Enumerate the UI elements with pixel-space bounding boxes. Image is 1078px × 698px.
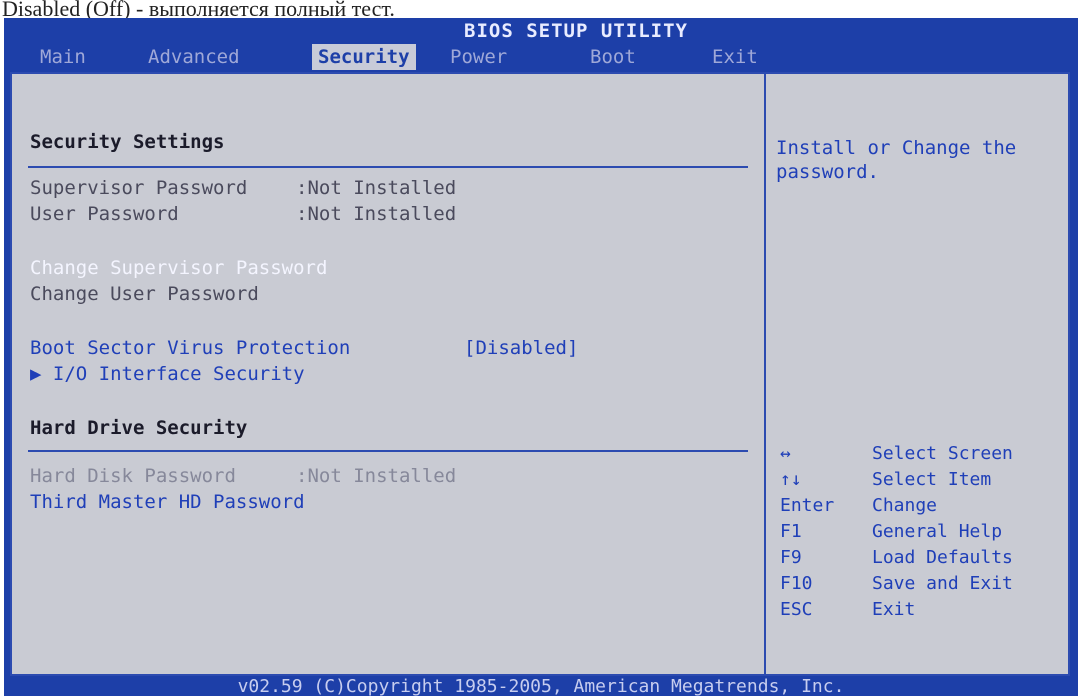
bios-title: BIOS SETUP UTILITY	[464, 20, 688, 42]
key-help-action: Save and Exit	[872, 573, 1013, 594]
change-user-password-item[interactable]: Change User Password	[30, 282, 259, 306]
key-help-row: F10 Save and Exit	[780, 572, 1013, 596]
help-text-line: Install or Change the	[776, 137, 1017, 159]
menu-security[interactable]: Security	[312, 44, 416, 70]
menu-bar: Main Advanced Security Power Boot Exit	[4, 42, 1078, 72]
arrows-left-right-icon: ↔	[780, 443, 791, 464]
security-settings-heading: Security Settings	[30, 131, 225, 153]
change-supervisor-password-item[interactable]: Change Supervisor Password	[30, 256, 327, 280]
boot-sector-virus-protection-item[interactable]: Boot Sector Virus Protection	[30, 336, 350, 360]
user-password-label: User Password	[30, 203, 179, 225]
divider	[28, 166, 748, 168]
supervisor-password-label: Supervisor Password	[30, 177, 248, 199]
help-pane: Install or Change the password. ↔ Select …	[764, 74, 1070, 674]
hard-disk-password-status: :Not Installed	[296, 465, 457, 487]
key-help-action: General Help	[872, 521, 1003, 542]
supervisor-password-status: :Not Installed	[296, 177, 457, 199]
content-area: Security Settings Supervisor Password :N…	[10, 72, 1070, 676]
page-caption: Disabled (Off) - выполняется полный тест…	[0, 0, 1078, 18]
key-help-row: ↔ Select Screen	[780, 442, 1013, 466]
key-help-row: F1 General Help	[780, 520, 1002, 544]
menu-boot[interactable]: Boot	[584, 44, 642, 70]
key-help-action: Load Defaults	[872, 547, 1013, 568]
key-help-key: F9	[780, 547, 802, 568]
io-interface-security-item[interactable]: ▶ I/O Interface Security	[30, 362, 305, 386]
main-pane: Security Settings Supervisor Password :N…	[12, 74, 764, 674]
key-help-key: Enter	[780, 495, 835, 516]
key-help-row: Enter Change	[780, 494, 937, 518]
help-text-line: password.	[776, 161, 879, 183]
key-help-action: Change	[872, 495, 938, 516]
key-help-key: F10	[780, 573, 813, 594]
key-help-row: ↑↓ Select Item	[780, 468, 991, 492]
submenu-arrow-icon: ▶	[30, 363, 53, 385]
copyright-footer: v02.59 (C)Copyright 1985-2005, American …	[237, 676, 845, 697]
key-help-action: Select Item	[872, 469, 992, 490]
hard-drive-security-heading: Hard Drive Security	[30, 417, 248, 439]
menu-exit[interactable]: Exit	[706, 44, 764, 70]
boot-sector-virus-protection-value[interactable]: [Disabled]	[464, 336, 578, 360]
key-help-row: F9 Load Defaults	[780, 546, 1013, 570]
io-interface-security-label: I/O Interface Security	[52, 363, 305, 385]
bios-screen: BIOS SETUP UTILITY Main Advanced Securit…	[4, 18, 1078, 697]
key-help-row: ESC Exit	[780, 598, 915, 622]
divider	[28, 450, 748, 452]
key-help-key: ESC	[780, 599, 813, 620]
menu-advanced[interactable]: Advanced	[142, 44, 246, 70]
arrows-up-down-icon: ↑↓	[780, 469, 802, 490]
menu-power[interactable]: Power	[444, 44, 513, 70]
menu-main[interactable]: Main	[34, 44, 92, 70]
third-master-hd-password-item[interactable]: Third Master HD Password	[30, 490, 305, 514]
user-password-status: :Not Installed	[296, 203, 457, 225]
hard-disk-password-label: Hard Disk Password	[30, 465, 236, 487]
key-help-key: F1	[780, 521, 802, 542]
key-help-action: Exit	[872, 599, 916, 620]
key-help-action: Select Screen	[872, 443, 1013, 464]
